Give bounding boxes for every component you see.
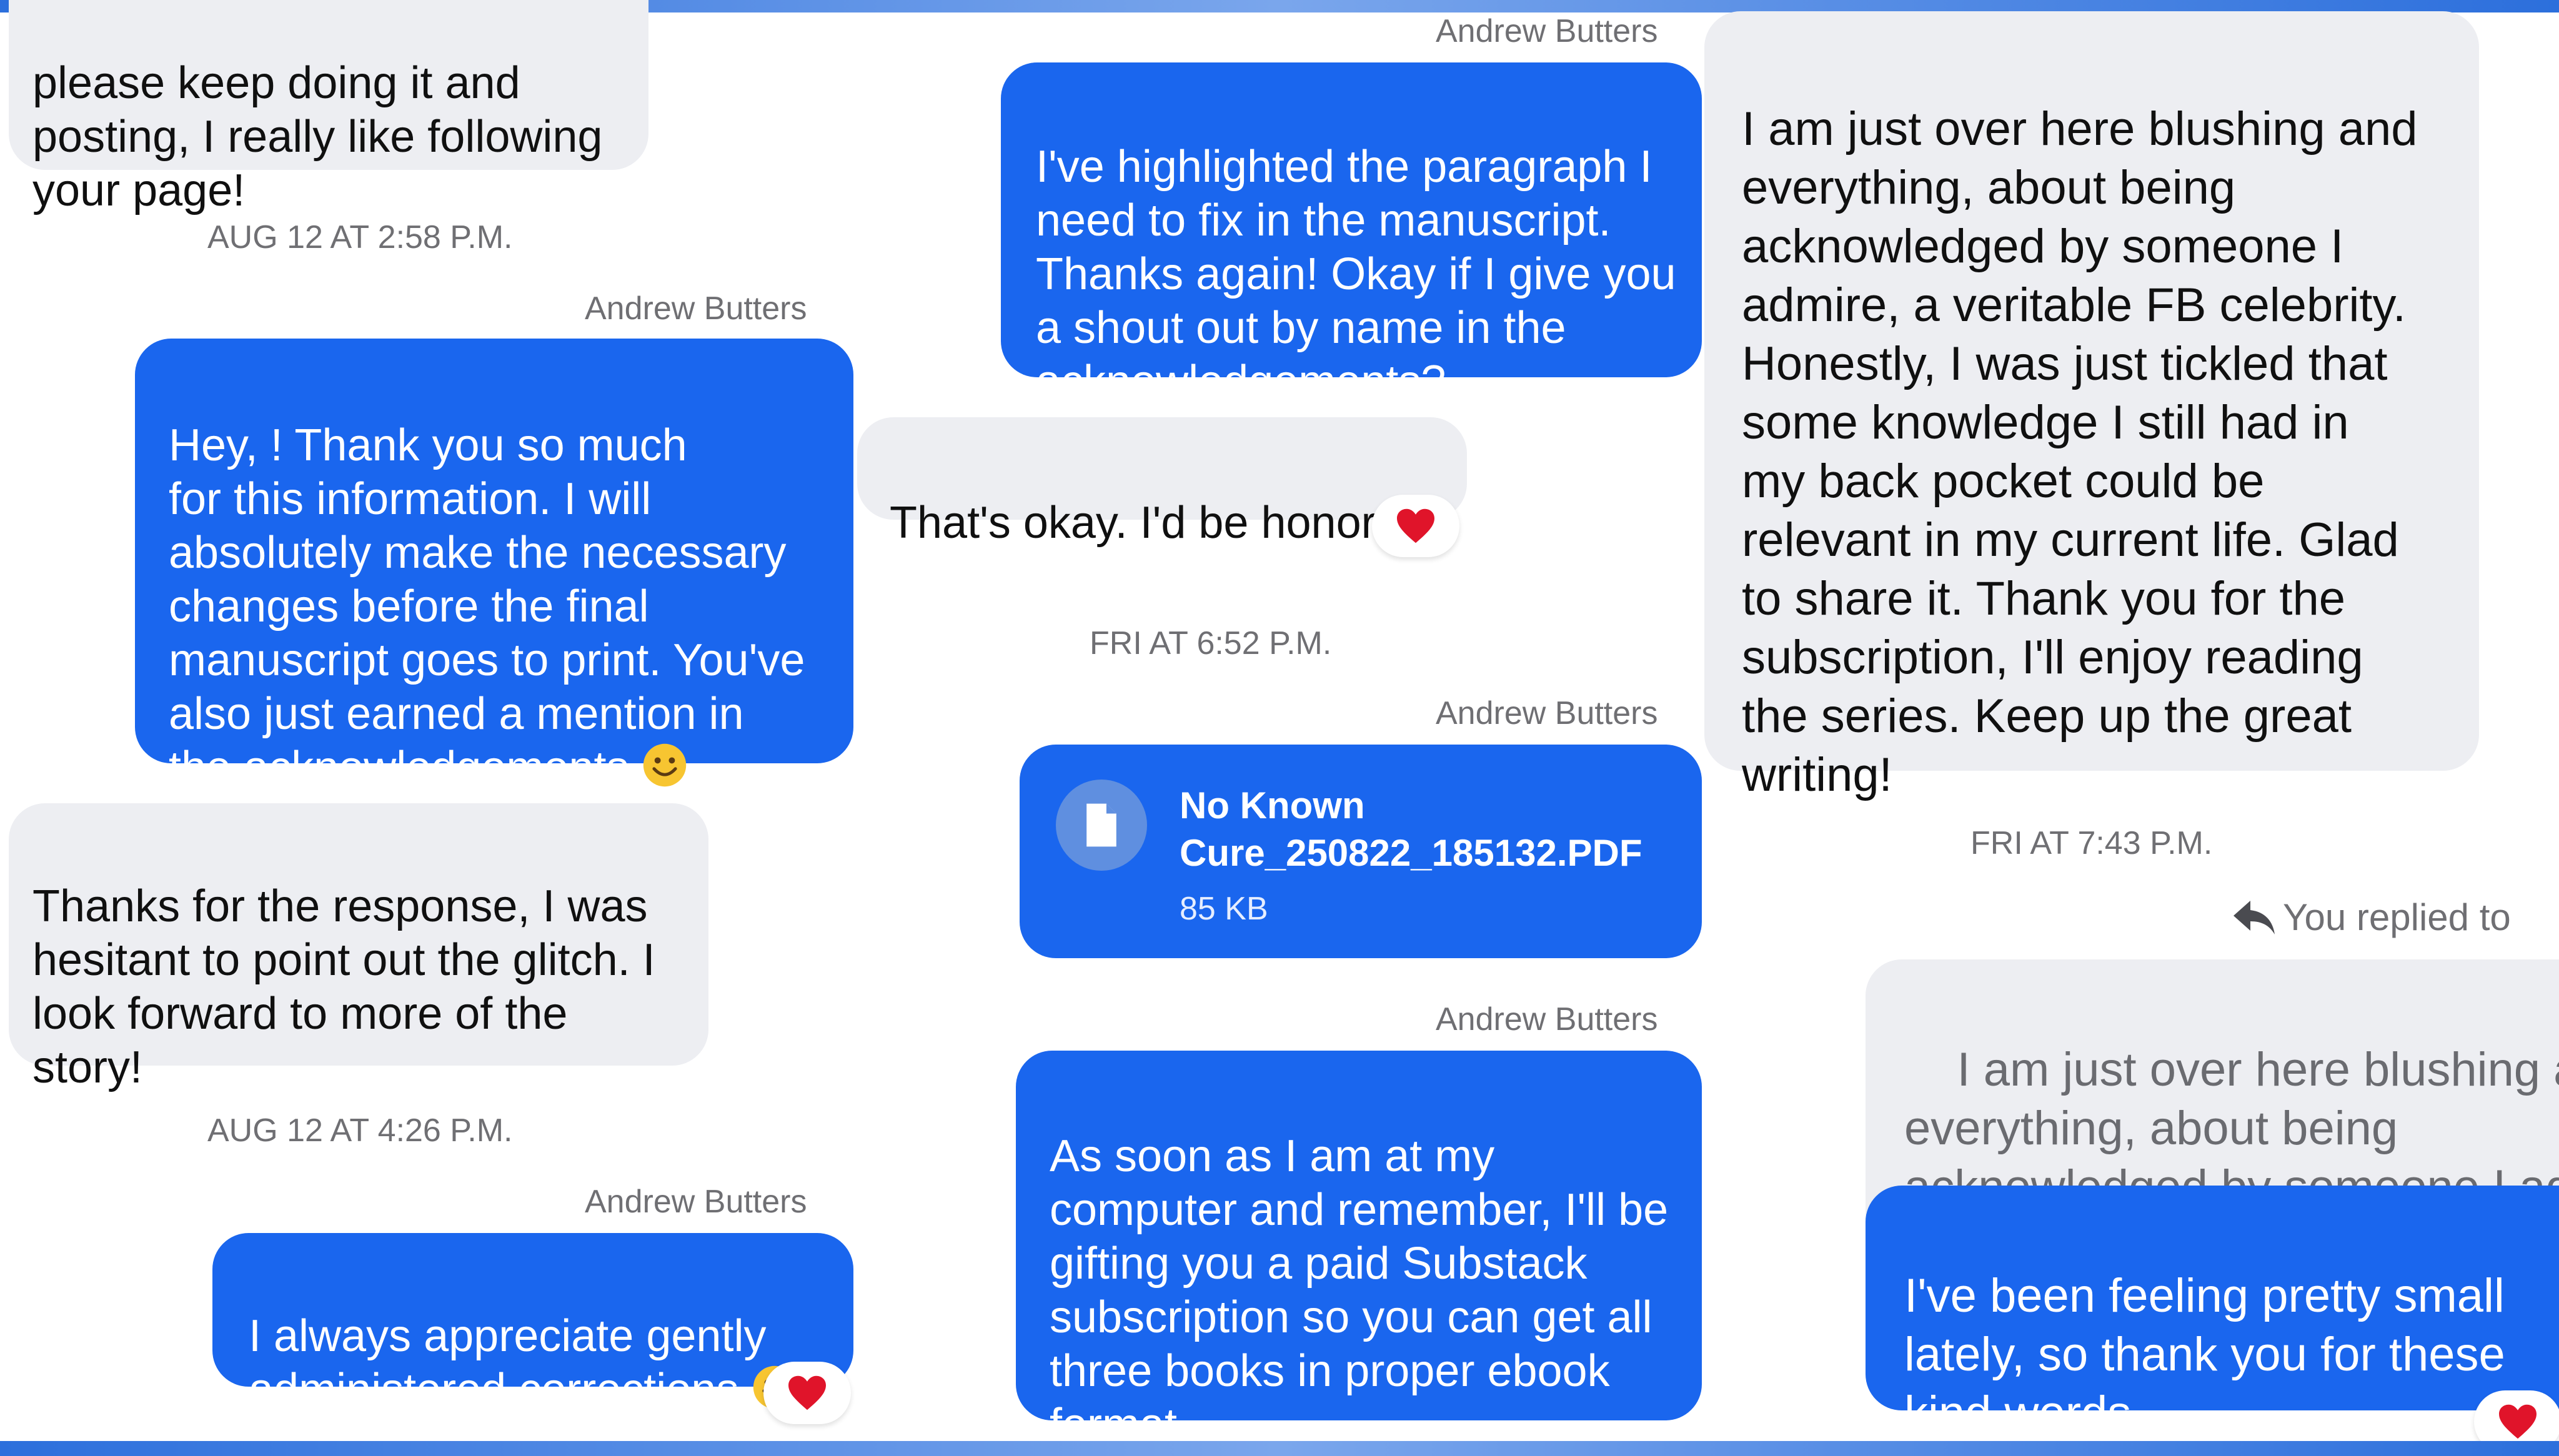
reply-label-text: You replied to — [2283, 896, 2511, 938]
heart-icon — [788, 1375, 826, 1410]
conversation-panel-right: I am just over here blushing and everyth… — [1699, 0, 2559, 1456]
heart-reaction[interactable] — [1372, 495, 1459, 557]
heart-icon — [2499, 1404, 2537, 1439]
message-text: As soon as I am at my computer and remem… — [1050, 1131, 1669, 1450]
incoming-message[interactable]: I am just over here blushing and everyth… — [1704, 11, 2479, 801]
sender-name: Andrew Butters — [1436, 695, 1658, 731]
sender-name: Andrew Butters — [585, 290, 807, 327]
quoted-message[interactable]: I am just over here blushing and everyth… — [1866, 959, 2559, 1222]
sender-name: Andrew Butters — [1436, 13, 1658, 49]
timestamp: FRI AT 7:43 P.M. — [1970, 825, 2213, 861]
heart-reaction[interactable] — [763, 1362, 851, 1424]
message-text: I am just over here blushing and everyth… — [1742, 102, 2418, 801]
message-text: That's okay. I'd be honored. — [890, 498, 1439, 548]
outgoing-message[interactable]: As soon as I am at my computer and remem… — [1016, 1051, 1702, 1450]
outgoing-message[interactable]: I've been feeling pretty small lately, s… — [1866, 1186, 2559, 1440]
message-text: Thanks for the response, I was hesitant … — [32, 881, 655, 1092]
timestamp: AUG 12 AT 2:58 P.M. — [207, 219, 513, 255]
file-attachment-message[interactable]: No Known Cure_250822_185132.PDF 85 KB — [1020, 745, 1702, 958]
timestamp: FRI AT 6:52 P.M. — [1090, 625, 1332, 661]
outgoing-message[interactable]: Hey, ! Thank you so much for this inform… — [135, 339, 853, 793]
timestamp: AUG 12 AT 4:26 P.M. — [207, 1112, 513, 1149]
file-size: 85 KB — [1180, 891, 1268, 927]
outgoing-message[interactable]: I always appreciate gently administered … — [212, 1233, 853, 1415]
message-text: I always appreciate gently administered … — [249, 1311, 767, 1415]
incoming-message[interactable]: That's okay. I'd be honored. — [857, 417, 1467, 548]
sender-name: Andrew Butters — [585, 1184, 807, 1220]
file-name: No Known Cure_250822_185132.PDF — [1180, 785, 1642, 874]
smiley-emoji-icon — [643, 743, 687, 787]
incoming-message[interactable]: please keep doing it and posting, I real… — [9, 0, 648, 215]
message-text: please keep doing it and posting, I real… — [32, 58, 603, 215]
heart-icon — [1397, 508, 1434, 543]
bottom-frame-border — [0, 1441, 2559, 1456]
message-text: Hey, ! Thank you so much for this inform… — [169, 420, 805, 793]
sender-name: Andrew Butters — [1436, 1001, 1658, 1038]
conversation-panel-middle: Andrew Butters I've highlighted the para… — [850, 0, 1709, 1456]
document-icon — [1056, 780, 1147, 871]
conversation-panel-left: please keep doing it and posting, I real… — [0, 0, 870, 1456]
outgoing-message[interactable]: I've highlighted the paragraph I need to… — [1001, 62, 1702, 407]
message-text: I've been feeling pretty small lately, s… — [1904, 1269, 2505, 1440]
reply-indicator: You replied to — [2232, 896, 2511, 939]
incoming-message[interactable]: Thanks for the response, I was hesitant … — [9, 803, 708, 1092]
reply-arrow-icon — [2234, 900, 2275, 934]
message-text: I've highlighted the paragraph I need to… — [1036, 142, 1676, 407]
